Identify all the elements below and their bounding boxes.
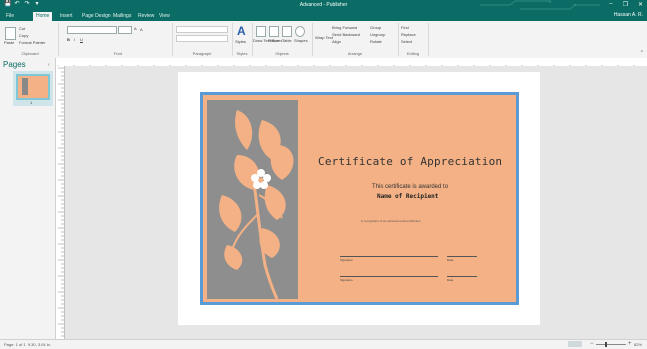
ribbon-tabs: File Home Insert Page Design Mailings Re… [0, 10, 647, 21]
certificate-title[interactable]: Certificate of Appreciation [318, 155, 502, 168]
underline-button[interactable]: U [80, 37, 83, 42]
table-button[interactable]: Table [282, 38, 292, 43]
zoom-out-button[interactable]: − [590, 341, 594, 347]
ungroup-button[interactable]: Ungroup [370, 32, 385, 37]
title-bar: 💾 ↶ ↷ ▾ Advanced - Publisher – ❐ ✕ [0, 0, 647, 10]
page-thumbnail-number: 1 [30, 100, 33, 105]
format-painter-button[interactable]: Format Painter [19, 40, 45, 45]
bold-button[interactable]: B [67, 37, 70, 42]
replace-button[interactable]: Replace [401, 32, 416, 37]
restore-button[interactable]: ❐ [623, 1, 628, 8]
vertical-ruler-ticks [58, 67, 64, 337]
send-backward-button[interactable]: Send Backward [332, 32, 360, 37]
editing-group-label: Editing [406, 51, 420, 56]
cursor-position: 9.30, 3.04 in. [27, 342, 51, 347]
tab-file[interactable]: File [3, 12, 17, 21]
font-size-box[interactable] [118, 26, 132, 34]
signature-line-2 [340, 276, 438, 277]
page-thumbnail[interactable] [16, 74, 50, 100]
zoom-slider-thumb[interactable] [605, 342, 607, 347]
date-label-2[interactable]: Date [447, 278, 453, 282]
select-button[interactable]: Select [401, 39, 412, 44]
signature-label-2[interactable]: Signature [340, 278, 353, 282]
minimize-button[interactable]: – [609, 1, 612, 8]
paragraph-list-controls[interactable] [176, 26, 228, 33]
shrink-font-button[interactable]: A [140, 27, 143, 32]
shapes-icon[interactable] [295, 26, 305, 37]
styles-icon[interactable]: A [237, 24, 246, 38]
tab-view[interactable]: View [156, 12, 173, 21]
paste-button[interactable]: Paste [4, 40, 14, 45]
styles-group: A Styles Styles [232, 23, 253, 56]
date-line [447, 256, 477, 257]
group-button[interactable]: Group [370, 25, 381, 30]
arrange-group: Wrap Text Bring Forward Send Backward Al… [312, 23, 399, 56]
window-controls: – ❐ ✕ [609, 1, 643, 8]
pictures-icon[interactable] [269, 26, 279, 37]
pages-pane-title: Pages [3, 60, 26, 69]
circuit-pattern-decoration [480, 0, 600, 10]
signature-line [340, 256, 438, 257]
draw-text-box-icon[interactable] [256, 26, 266, 37]
zoom-in-button[interactable]: + [628, 341, 632, 347]
font-group-label: Font [113, 51, 122, 56]
paste-icon[interactable] [5, 27, 16, 40]
paragraph-align-controls[interactable] [176, 35, 228, 42]
clipboard-group-label: Clipboard [21, 51, 39, 56]
collapse-ribbon-icon[interactable]: ^ [641, 50, 643, 56]
bring-forward-button[interactable]: Bring Forward [332, 25, 357, 30]
copy-button[interactable]: Copy [19, 33, 28, 38]
paragraph-group-label: Paragraph [192, 51, 212, 56]
find-button[interactable]: Find [401, 25, 409, 30]
pages-pane-collapse-icon[interactable]: ‹ [48, 62, 50, 68]
vertical-ruler[interactable] [56, 66, 65, 339]
wrap-text-button[interactable]: Wrap Text [315, 35, 333, 40]
styles-group-label: Styles [236, 51, 248, 56]
date-label[interactable]: Date [447, 258, 453, 262]
styles-button[interactable]: Styles [235, 39, 246, 44]
close-button[interactable]: ✕ [638, 1, 643, 8]
tab-home[interactable]: Home [33, 12, 53, 21]
pictures-button[interactable]: Pictures [268, 38, 282, 43]
floral-panel[interactable] [207, 100, 298, 299]
cut-button[interactable]: Cut [19, 26, 25, 31]
tab-review[interactable]: Review [135, 12, 157, 21]
user-name[interactable]: Hassan A. R. [614, 12, 643, 18]
ribbon: Paste Cut Copy Format Painter Clipboard … [0, 21, 647, 59]
rotate-button[interactable]: Rotate [370, 39, 382, 44]
zoom-slider[interactable] [596, 344, 626, 345]
align-button[interactable]: Align [332, 39, 341, 44]
clipboard-group: Paste Cut Copy Format Painter Clipboard [2, 23, 59, 56]
zoom-level[interactable]: 82% [634, 342, 642, 347]
arrange-group-label: Arrange [347, 51, 363, 56]
table-icon[interactable] [282, 26, 292, 37]
grow-font-button[interactable]: A [134, 26, 137, 31]
signature-label[interactable]: Signature [340, 258, 353, 262]
editing-group: Find Replace Select Editing [398, 23, 429, 56]
tab-mailings[interactable]: Mailings [110, 12, 134, 21]
font-name-box[interactable] [67, 26, 117, 34]
page-info[interactable]: Page: 1 of 1 9.30, 3.04 in. [4, 342, 51, 347]
objects-group: Draw Text Box Pictures Table Shapes Obje… [252, 23, 313, 56]
paragraph-group: Paragraph [172, 23, 233, 56]
date-line-2 [447, 276, 477, 277]
recipient-name[interactable]: Name of Recipient [377, 193, 438, 200]
tab-page-design[interactable]: Page Design [79, 12, 114, 21]
font-group: A A B I U Font [64, 23, 173, 56]
shapes-button[interactable]: Shapes [294, 38, 308, 43]
view-buttons[interactable] [568, 341, 582, 347]
recognition-text[interactable]: in recognition of an achievement/contrib… [361, 219, 421, 223]
italic-button[interactable]: I [74, 37, 75, 42]
certificate-subtitle[interactable]: This certificate is awarded to [372, 184, 448, 190]
objects-group-label: Objects [275, 51, 289, 56]
tab-insert[interactable]: Insert [57, 12, 76, 21]
flower-silhouette-image [219, 110, 294, 299]
